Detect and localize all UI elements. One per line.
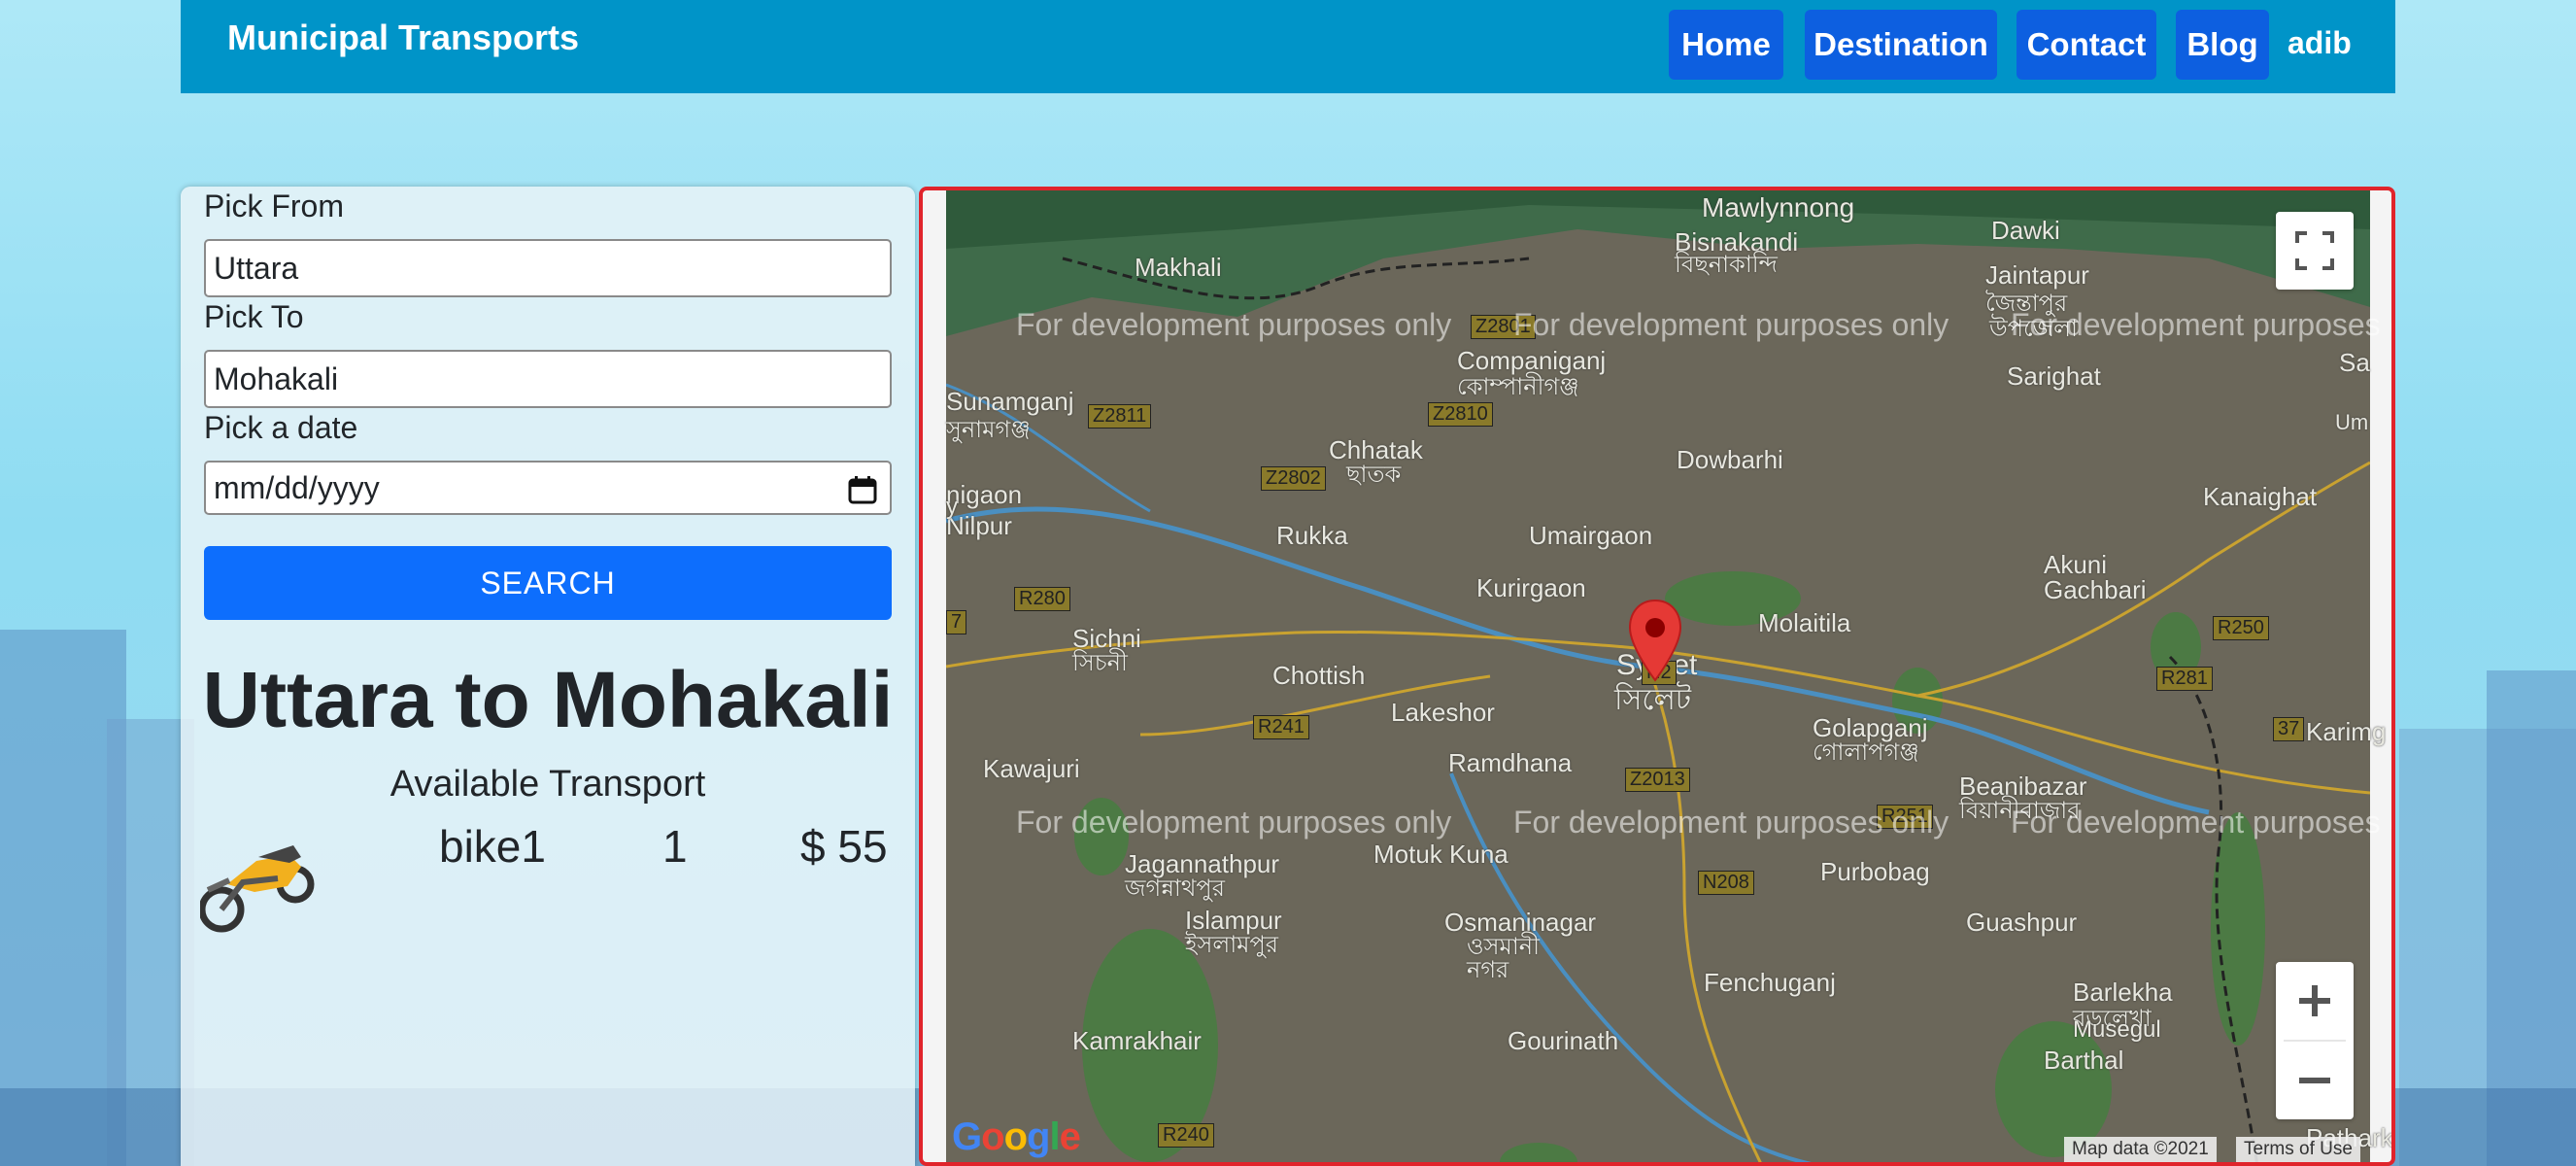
map-place-label: জগন্নাথপুর (1125, 875, 1225, 902)
map-place-label: Ramdhana (1448, 748, 1573, 777)
map-attribution: Map data ©2021 (2064, 1137, 2217, 1162)
fullscreen-icon (2295, 231, 2334, 270)
google-logo: Google (952, 1115, 1081, 1158)
navbar: Municipal Transports Home Destination Co… (181, 0, 2395, 93)
date-label: Pick a date (204, 410, 358, 445)
search-panel: Pick From Uttara Pick To Mohakali Pick a… (181, 187, 915, 1166)
map-place-label: Kurirgaon (1476, 573, 1586, 602)
map-place-label: Sa (2339, 348, 2370, 377)
transport-price: $ 55 (800, 821, 888, 872)
map-place-label: R240 (1158, 1123, 1214, 1148)
map-place-label: Makhali (1135, 253, 1222, 282)
dev-watermark: For development purposes only (1513, 805, 1949, 840)
map-place-label: Z2811 (1088, 404, 1152, 429)
date-input[interactable]: mm/dd/yyyy (204, 461, 892, 515)
map-place-label: সুনামগঞ্জ (946, 417, 1031, 443)
map-container[interactable]: Mawlynnong Bisnakandi বিছনাকান্দি Dawki Makh… (919, 187, 2395, 1166)
map-place-label: Z2802 (1261, 466, 1326, 491)
map-place-label: 37 (2273, 717, 2305, 741)
map-place-label: Gourinath (1508, 1026, 1619, 1055)
motorbike-icon (200, 845, 315, 933)
map-place-label: Molaitila (1758, 608, 1851, 637)
map-place-label: Kamrakhair (1072, 1026, 1202, 1055)
transport-name: bike1 (439, 821, 546, 872)
plus-icon (2299, 985, 2330, 1016)
search-button[interactable]: SEARCH (204, 546, 892, 620)
dev-watermark: For development purposes only (1016, 805, 1452, 840)
zoom-out-button[interactable] (2276, 1042, 2354, 1119)
map-place-label: Kawajuri (983, 754, 1080, 783)
minus-icon (2299, 1078, 2330, 1083)
map-place-label: Lakeshor (1391, 698, 1495, 727)
available-transport-heading: Available Transport (390, 764, 706, 805)
map-place-label: Um (2335, 410, 2369, 434)
map-place-label: Purbobag (1820, 857, 1930, 886)
map-place-label: ছাতক (1346, 462, 1402, 488)
map-place-label: Gachbari (2044, 575, 2147, 604)
pick-to-input[interactable]: Mohakali (204, 350, 892, 408)
nav-destination-button[interactable]: Destination (1805, 10, 1997, 80)
map-place-label: Z2810 (1428, 402, 1493, 427)
map-place-label: সিচনী (1072, 650, 1128, 676)
nav-blog-button[interactable]: Blog (2176, 10, 2269, 80)
map-place-label: Mawlynnong (1702, 192, 1855, 223)
map-place-label: Umairgaon (1529, 521, 1653, 550)
brand-title[interactable]: Municipal Transports (227, 17, 579, 58)
map-place-label: R250 (2213, 616, 2269, 640)
map-place-label: Fenchuganj (1704, 968, 1836, 997)
map-place-label: Z2013 (1625, 768, 1690, 792)
date-placeholder: mm/dd/yyyy (214, 470, 380, 505)
map-place-label: Rukka (1276, 521, 1348, 550)
map-place-label: R241 (1253, 715, 1309, 739)
pick-to-label: Pick To (204, 299, 304, 334)
map-place-label: Motuk Kuna (1373, 840, 1508, 869)
map-place-label: Kanaighat (2203, 482, 2318, 511)
nav-contact-button[interactable]: Contact (2017, 10, 2156, 80)
map-place-label: 7 (946, 610, 967, 634)
pick-from-label: Pick From (204, 189, 344, 223)
map-place-label: Sarighat (2007, 361, 2101, 391)
map-place-label: Musegul (2073, 1016, 2161, 1043)
terms-of-use-link[interactable]: Terms of Use (2236, 1137, 2360, 1162)
map-place-label: ইসলামপুর (1185, 932, 1279, 958)
map-place-label: y (946, 494, 958, 520)
user-name[interactable]: adib (2288, 25, 2352, 61)
dev-watermark: For development purposes only (2011, 307, 2391, 342)
zoom-control (2276, 962, 2354, 1119)
transport-count: 1 (662, 821, 688, 872)
map-place-label: Karimg (2306, 717, 2387, 746)
map-place-label: Barthal (2044, 1046, 2124, 1075)
map-place-label: Chottish (1272, 661, 1366, 690)
route-title: Uttara to Mohakali (202, 656, 894, 744)
map-place-label: R281 (2156, 667, 2213, 691)
map-place-label: বিছনাকান্দি (1675, 252, 1778, 278)
dev-watermark: For development purposes only (1016, 307, 1452, 342)
map-place-label: Guashpur (1966, 908, 2078, 937)
dev-watermark: For development purposes only (1513, 307, 1949, 342)
dev-watermark: For development purposes only (2011, 805, 2391, 840)
map-pin-icon[interactable] (1626, 599, 1684, 682)
map-place-label: R280 (1014, 587, 1070, 611)
map-place-label: N208 (1698, 871, 1754, 895)
nav-home-button[interactable]: Home (1669, 10, 1783, 80)
map-place-label: নগর (1467, 957, 1509, 983)
pick-from-input[interactable]: Uttara (204, 239, 892, 297)
map-place-label: Dawki (1991, 216, 2060, 245)
zoom-in-button[interactable] (2276, 962, 2354, 1040)
map-place-label: গোলাপগঞ্জ (1813, 739, 1919, 766)
map-place-label: Dowbarhi (1677, 445, 1783, 474)
fullscreen-button[interactable] (2276, 212, 2354, 290)
calendar-icon[interactable] (847, 474, 878, 505)
